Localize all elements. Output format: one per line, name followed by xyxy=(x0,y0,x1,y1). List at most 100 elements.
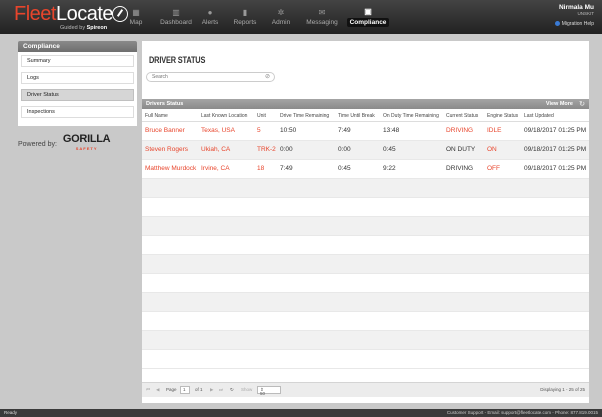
table-row[interactable]: Steven Rogers Ukiah, CA TRK-2 0:00 0:00 … xyxy=(142,141,589,160)
cell-unit[interactable]: 18 xyxy=(257,165,264,172)
support-contact: Customer Support - Email: support@fleetl… xyxy=(446,410,598,415)
cell-location[interactable]: Ukiah, CA xyxy=(201,146,230,153)
reports-icon: ▮ xyxy=(242,8,248,17)
first-page-icon[interactable]: ⏮ xyxy=(146,387,150,392)
cell-current-status: DRIVING xyxy=(446,127,474,134)
search-icon[interactable]: ⊘ xyxy=(265,73,270,80)
page-size-select[interactable]: 50 ⇕ xyxy=(257,386,281,396)
cell-on-duty-time: 0:45 xyxy=(383,146,396,153)
nav-reports[interactable]: ▮ Reports xyxy=(230,0,260,34)
empty-row xyxy=(142,350,589,369)
refresh-icon[interactable]: ↻ xyxy=(579,100,585,108)
col-unit[interactable]: Unit xyxy=(257,113,266,119)
empty-row xyxy=(142,198,589,217)
cell-location[interactable]: Texas, USA xyxy=(201,127,235,134)
show-label: Show xyxy=(241,387,253,392)
col-last-updated[interactable]: Last Updated xyxy=(524,113,554,119)
cell-name[interactable]: Steven Rogers xyxy=(145,146,188,153)
search-box[interactable]: ⊘ xyxy=(146,72,275,82)
column-headers: Full Name Last Known Location Unit Drive… xyxy=(142,110,589,122)
empty-row xyxy=(142,179,589,198)
main-panel: DRIVER STATUS ⊘ Drivers Status View More… xyxy=(142,41,589,403)
col-last-known-location[interactable]: Last Known Location xyxy=(201,113,247,119)
empty-row xyxy=(142,274,589,293)
dashboard-icon: ▥ xyxy=(172,8,180,17)
page-label: Page xyxy=(166,387,177,392)
nav-messaging[interactable]: ✉ Messaging xyxy=(302,0,342,34)
search-input[interactable] xyxy=(147,73,257,81)
nav-admin[interactable]: ✲ Admin xyxy=(268,0,294,34)
col-on-duty-time-remaining[interactable]: On Duty Time Remaining xyxy=(383,113,439,119)
empty-row xyxy=(142,312,589,331)
prev-page-icon[interactable]: ◀ xyxy=(156,387,159,393)
col-current-status[interactable]: Current Status xyxy=(446,113,478,119)
logo-locate: Locate xyxy=(55,3,114,25)
cell-name[interactable]: Bruce Banner xyxy=(145,127,185,134)
migration-help-link[interactable]: Migration Help xyxy=(554,21,594,27)
sidebar-item-summary[interactable]: Summary xyxy=(21,55,134,67)
next-page-icon[interactable]: ▶ xyxy=(210,387,213,393)
user-name: Nirmala Mu xyxy=(558,4,594,11)
cell-name[interactable]: Matthew Murdock xyxy=(145,165,196,172)
alerts-icon: ● xyxy=(207,8,213,17)
powered-by-label: Powered by: xyxy=(18,140,57,148)
table-row[interactable]: Matthew Murdock Irvine, CA 18 7:49 0:45 … xyxy=(142,160,589,179)
fleetlocate-logo[interactable]: FleetLocate Guided by Spireon xyxy=(14,3,128,31)
cell-unit[interactable]: TRK-2 xyxy=(257,146,276,153)
nav-compliance[interactable]: ▣ Compliance xyxy=(346,0,390,34)
empty-row xyxy=(142,255,589,274)
map-icon: ▦ xyxy=(132,8,140,17)
cell-drive-time: 7:49 xyxy=(280,165,293,172)
sidebar-item-driver-status[interactable]: Driver Status xyxy=(21,89,134,101)
logo-tagline: Guided by Spireon xyxy=(60,25,108,31)
cell-on-duty-time: 9:22 xyxy=(383,165,396,172)
cell-last-updated: 09/18/2017 01:25 PM xyxy=(524,127,587,134)
cell-break-time: 0:45 xyxy=(338,165,351,172)
cell-last-updated: 09/18/2017 01:25 PM xyxy=(524,146,587,153)
nav-map[interactable]: ▦ Map xyxy=(125,0,147,34)
user-menu[interactable]: Nirmala Mu UNSKIT Migration Help xyxy=(554,4,594,27)
powered-by: Powered by: GORILLA SAFETY xyxy=(18,133,111,154)
status-bar: Ready Customer Support - Email: support@… xyxy=(0,409,602,417)
cell-unit[interactable]: 5 xyxy=(257,127,261,134)
admin-icon: ✲ xyxy=(277,8,285,17)
pagination-bar: ⏮ ◀ Page 1 of 1 ▶ ⏭ ↻ Show 50 ⇕ Displayi… xyxy=(142,382,589,397)
empty-row xyxy=(142,293,589,312)
cell-drive-time: 10:50 xyxy=(280,127,297,134)
view-more-link[interactable]: View More xyxy=(546,101,573,107)
nav-dashboard[interactable]: ▥ Dashboard xyxy=(156,0,196,34)
sidebar-title: Compliance xyxy=(18,41,137,52)
col-drive-time-remaining[interactable]: Drive Time Remaining xyxy=(280,113,329,119)
grid-header: Drivers Status View More ↻ xyxy=(142,99,589,109)
col-full-name[interactable]: Full Name xyxy=(145,113,168,119)
page-title: DRIVER STATUS xyxy=(149,55,206,65)
sidebar-item-inspections[interactable]: Inspections xyxy=(21,106,134,118)
last-page-icon[interactable]: ⏭ xyxy=(219,387,223,392)
cell-current-status: DRIVING xyxy=(446,165,474,172)
refresh-page-icon[interactable]: ↻ xyxy=(230,387,234,393)
empty-row xyxy=(142,331,589,350)
help-icon xyxy=(554,21,560,27)
cell-location[interactable]: Irvine, CA xyxy=(201,165,230,172)
page-number-input[interactable]: 1 xyxy=(180,386,190,394)
cell-drive-time: 0:00 xyxy=(280,146,293,153)
empty-row xyxy=(142,217,589,236)
compliance-icon: ▣ xyxy=(364,7,372,16)
cell-on-duty-time: 13:48 xyxy=(383,127,400,134)
cell-last-updated: 09/18/2017 01:25 PM xyxy=(524,165,587,172)
gorilla-safety-logo: GORILLA SAFETY xyxy=(62,133,111,152)
ready-status: Ready xyxy=(4,410,18,415)
col-engine-status[interactable]: Engine Status xyxy=(487,113,518,119)
grid-rows: Bruce Banner Texas, USA 5 10:50 7:49 13:… xyxy=(142,122,589,369)
table-row[interactable]: Bruce Banner Texas, USA 5 10:50 7:49 13:… xyxy=(142,122,589,141)
sidebar-item-logs[interactable]: Logs xyxy=(21,72,134,84)
cell-engine-status: IDLE xyxy=(487,127,502,134)
cell-engine-status: ON xyxy=(487,146,497,153)
page-of-label: of 1 xyxy=(195,387,203,392)
col-time-until-break[interactable]: Time Until Break xyxy=(338,113,375,119)
messaging-icon: ✉ xyxy=(318,8,326,17)
empty-row xyxy=(142,236,589,255)
sidebar-list: Summary Logs Driver Status Inspections xyxy=(18,52,137,126)
nav-alerts[interactable]: ● Alerts xyxy=(198,0,222,34)
cell-break-time: 0:00 xyxy=(338,146,351,153)
